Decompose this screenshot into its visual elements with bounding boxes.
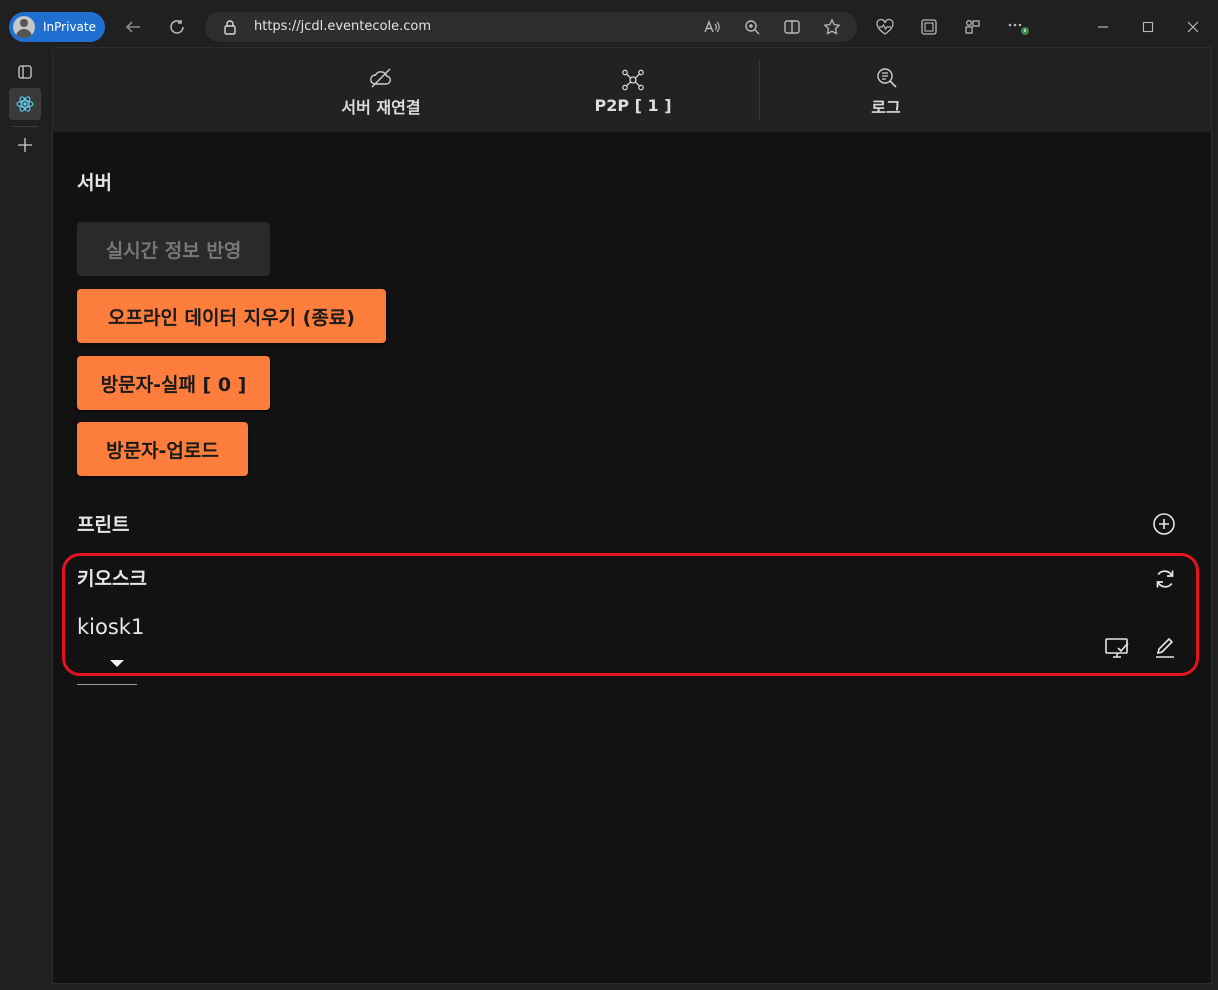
nav-log-label: 로그 [871,97,901,117]
dropdown-caret-icon[interactable] [110,660,124,667]
web-capture-icon[interactable] [916,14,942,40]
page-viewport: 서버 재연결 P2P [ 1 ] 로그 서버 실시간 정보 반영 오프라인 데이… [52,47,1212,984]
zoom-icon[interactable] [742,17,762,37]
maximize-icon[interactable] [1135,14,1161,40]
refresh-icon[interactable] [1151,565,1179,593]
url-text[interactable]: https://jcdl.eventecole.com [254,19,431,34]
nav-log[interactable]: 로그 [836,48,936,132]
realtime-info-button[interactable]: 실시간 정보 반영 [77,222,270,276]
kiosk-section-title: 키오스크 [77,568,147,590]
tab-actions-icon[interactable] [9,56,41,88]
nav-p2p-label: P2P [ 1 ] [594,96,672,115]
nav-server-reconnect[interactable]: 서버 재연결 [331,48,431,132]
nav-p2p[interactable]: P2P [ 1 ] [583,48,683,132]
nav-server-reconnect-label: 서버 재연결 [341,97,421,117]
favorite-star-icon[interactable] [822,17,842,37]
address-bar[interactable]: https://jcdl.eventecole.com [205,12,857,42]
top-navigation: 서버 재연결 P2P [ 1 ] 로그 [53,48,1211,132]
back-arrow-icon[interactable] [120,14,146,40]
close-window-icon[interactable] [1180,14,1206,40]
clear-offline-data-button[interactable]: 오프라인 데이터 지우기 (종료) [77,289,386,343]
log-search-icon [873,65,899,91]
extensions-icon[interactable] [960,14,986,40]
edit-pencil-icon[interactable] [1151,634,1179,662]
visitor-failed-button[interactable]: 방문자-실패 [ 0 ] [77,356,270,410]
refresh-icon[interactable] [164,14,190,40]
monitor-check-icon[interactable] [1103,634,1131,662]
add-circle-icon[interactable] [1150,510,1178,538]
browser-toolbar: InPrivate https://jcdl.eventecole.com [0,0,1218,54]
window-edge [1212,47,1218,990]
read-aloud-icon[interactable] [702,17,722,37]
inprivate-badge[interactable]: InPrivate [9,12,105,42]
lock-icon[interactable] [223,19,237,39]
visitor-upload-button[interactable]: 방문자-업로드 [77,422,248,476]
server-section-title: 서버 [77,172,112,194]
network-nodes-icon [620,67,646,93]
more-menu-icon[interactable] [1004,14,1030,40]
print-section-title: 프린트 [77,514,130,536]
select-underline [77,684,137,685]
nav-divider [759,60,760,120]
minimize-icon[interactable] [1090,14,1116,40]
profile-avatar [13,16,35,38]
vertical-tab-strip [0,54,52,990]
split-screen-icon[interactable] [782,17,802,37]
new-tab-plus-icon[interactable] [9,129,41,161]
inprivate-label: InPrivate [43,20,96,34]
cloud-off-icon [368,65,394,91]
sidebar-divider [12,126,38,127]
browser-essentials-icon[interactable] [872,14,898,40]
kiosk-highlight-box [62,553,1199,676]
kiosk-select[interactable]: kiosk1 [77,615,144,639]
react-tab-icon[interactable] [9,88,41,120]
